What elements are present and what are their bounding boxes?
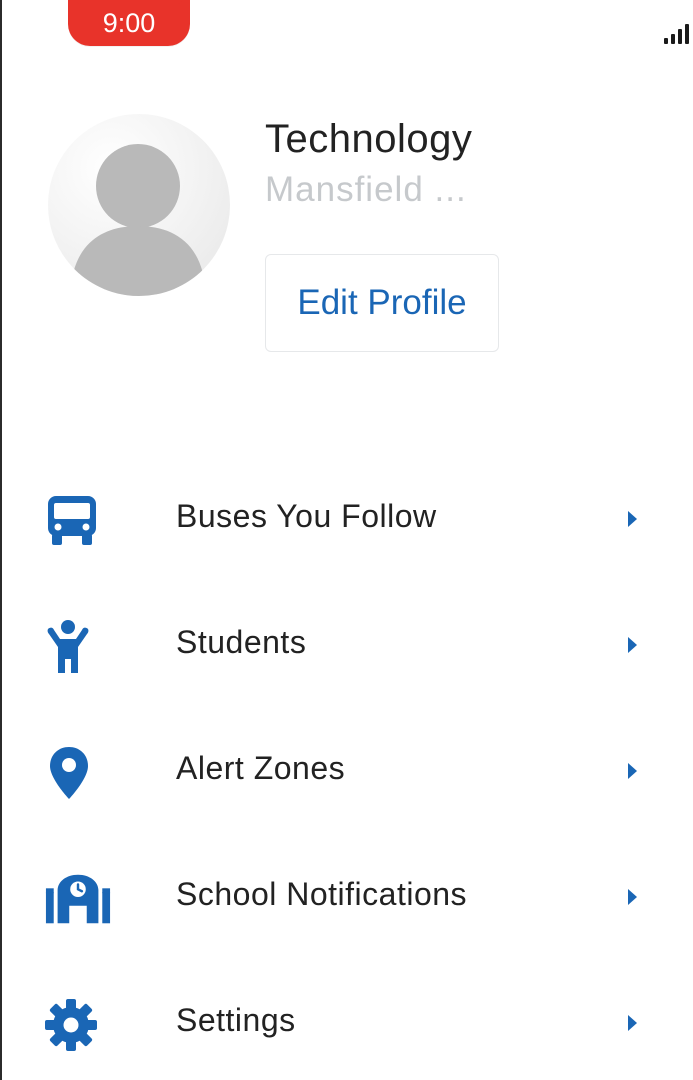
menu-item-label: Students	[176, 624, 307, 660]
profile-name: Technology	[265, 117, 473, 161]
menu-item-label: School Notifications	[176, 876, 468, 912]
school-icon	[44, 874, 112, 924]
chevron-right-icon	[628, 889, 637, 905]
menu-item-label: Alert Zones	[176, 750, 346, 786]
chevron-right-icon	[628, 763, 637, 779]
gear-icon	[44, 999, 112, 1051]
default-user-avatar-icon	[70, 144, 206, 296]
status-time[interactable]: 9:00	[68, 0, 190, 46]
chevron-right-icon	[628, 511, 637, 527]
menu-item-alert-zones[interactable]: Alert Zones	[2, 710, 693, 836]
cellular-signal-icon	[664, 24, 693, 44]
map-pin-icon	[44, 747, 112, 799]
chevron-right-icon	[628, 637, 637, 653]
chevron-right-icon	[628, 1015, 637, 1031]
menu-item-label: Settings	[176, 1002, 296, 1038]
student-icon	[44, 620, 112, 673]
menu-item-label: Buses You Follow	[176, 498, 437, 534]
profile-drawer-screen: 9:00 Technology Mansfield ... Edit Profi…	[0, 0, 693, 1080]
menu-item-students[interactable]: Students	[2, 584, 693, 710]
profile-organization: Mansfield ...	[265, 170, 467, 209]
menu-item-buses-you-follow[interactable]: Buses You Follow	[2, 458, 693, 584]
edit-profile-button[interactable]: Edit Profile	[265, 254, 499, 352]
avatar[interactable]	[48, 114, 230, 296]
menu-item-settings[interactable]: Settings	[2, 962, 693, 1080]
bus-icon	[44, 496, 112, 546]
drawer-menu: Buses You Follow Students Alert Zones Sc…	[2, 458, 693, 1080]
menu-item-school-notifications[interactable]: School Notifications	[2, 836, 693, 962]
status-bar: 9:00	[2, 0, 693, 60]
